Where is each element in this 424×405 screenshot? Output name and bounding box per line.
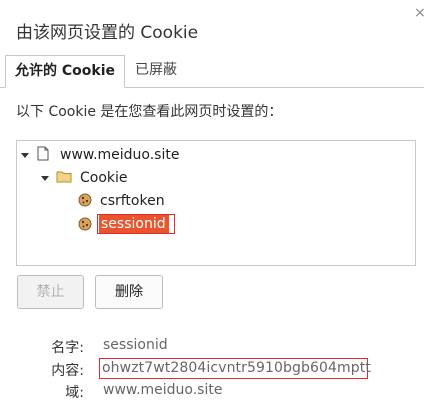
tab-allowed-cookies[interactable]: 允许的 Cookie bbox=[5, 55, 125, 88]
delete-button[interactable]: 删除 bbox=[95, 275, 163, 309]
tab-blocked[interactable]: 已屏蔽 bbox=[126, 55, 186, 86]
highlight-box bbox=[97, 214, 175, 234]
page-icon bbox=[37, 146, 49, 161]
dialog-title: 由该网页设置的 Cookie bbox=[16, 23, 199, 43]
tree-folder-node[interactable]: Cookie bbox=[80, 168, 128, 188]
content-label: 内容: bbox=[51, 363, 84, 379]
domain-label: 域: bbox=[65, 385, 84, 401]
name-label: 名字: bbox=[51, 340, 84, 356]
description-text: 以下 Cookie 是在您查看此网页时设置的： bbox=[16, 104, 283, 120]
tab-bar: 允许的 Cookie 已屏蔽 bbox=[0, 55, 424, 88]
domain-value: www.meiduo.site bbox=[103, 382, 223, 398]
expand-arrow-icon[interactable] bbox=[41, 176, 49, 181]
content-value: ohwzt7wt2804icvntr5910bgb604mptt bbox=[102, 360, 371, 376]
name-value: sessionid bbox=[103, 337, 168, 353]
expand-arrow-icon[interactable] bbox=[21, 153, 29, 158]
folder-icon bbox=[56, 171, 72, 183]
close-icon[interactable]: × bbox=[414, 6, 424, 20]
tree-cookie-item[interactable]: csrftoken bbox=[100, 191, 165, 211]
cookie-tree[interactable]: www.meiduo.site Cookie csrftoken session… bbox=[16, 140, 416, 266]
tree-site-node[interactable]: www.meiduo.site bbox=[60, 145, 179, 165]
cookie-icon bbox=[78, 217, 92, 231]
block-button[interactable]: 禁止 bbox=[17, 275, 84, 309]
cookie-icon bbox=[78, 193, 92, 207]
